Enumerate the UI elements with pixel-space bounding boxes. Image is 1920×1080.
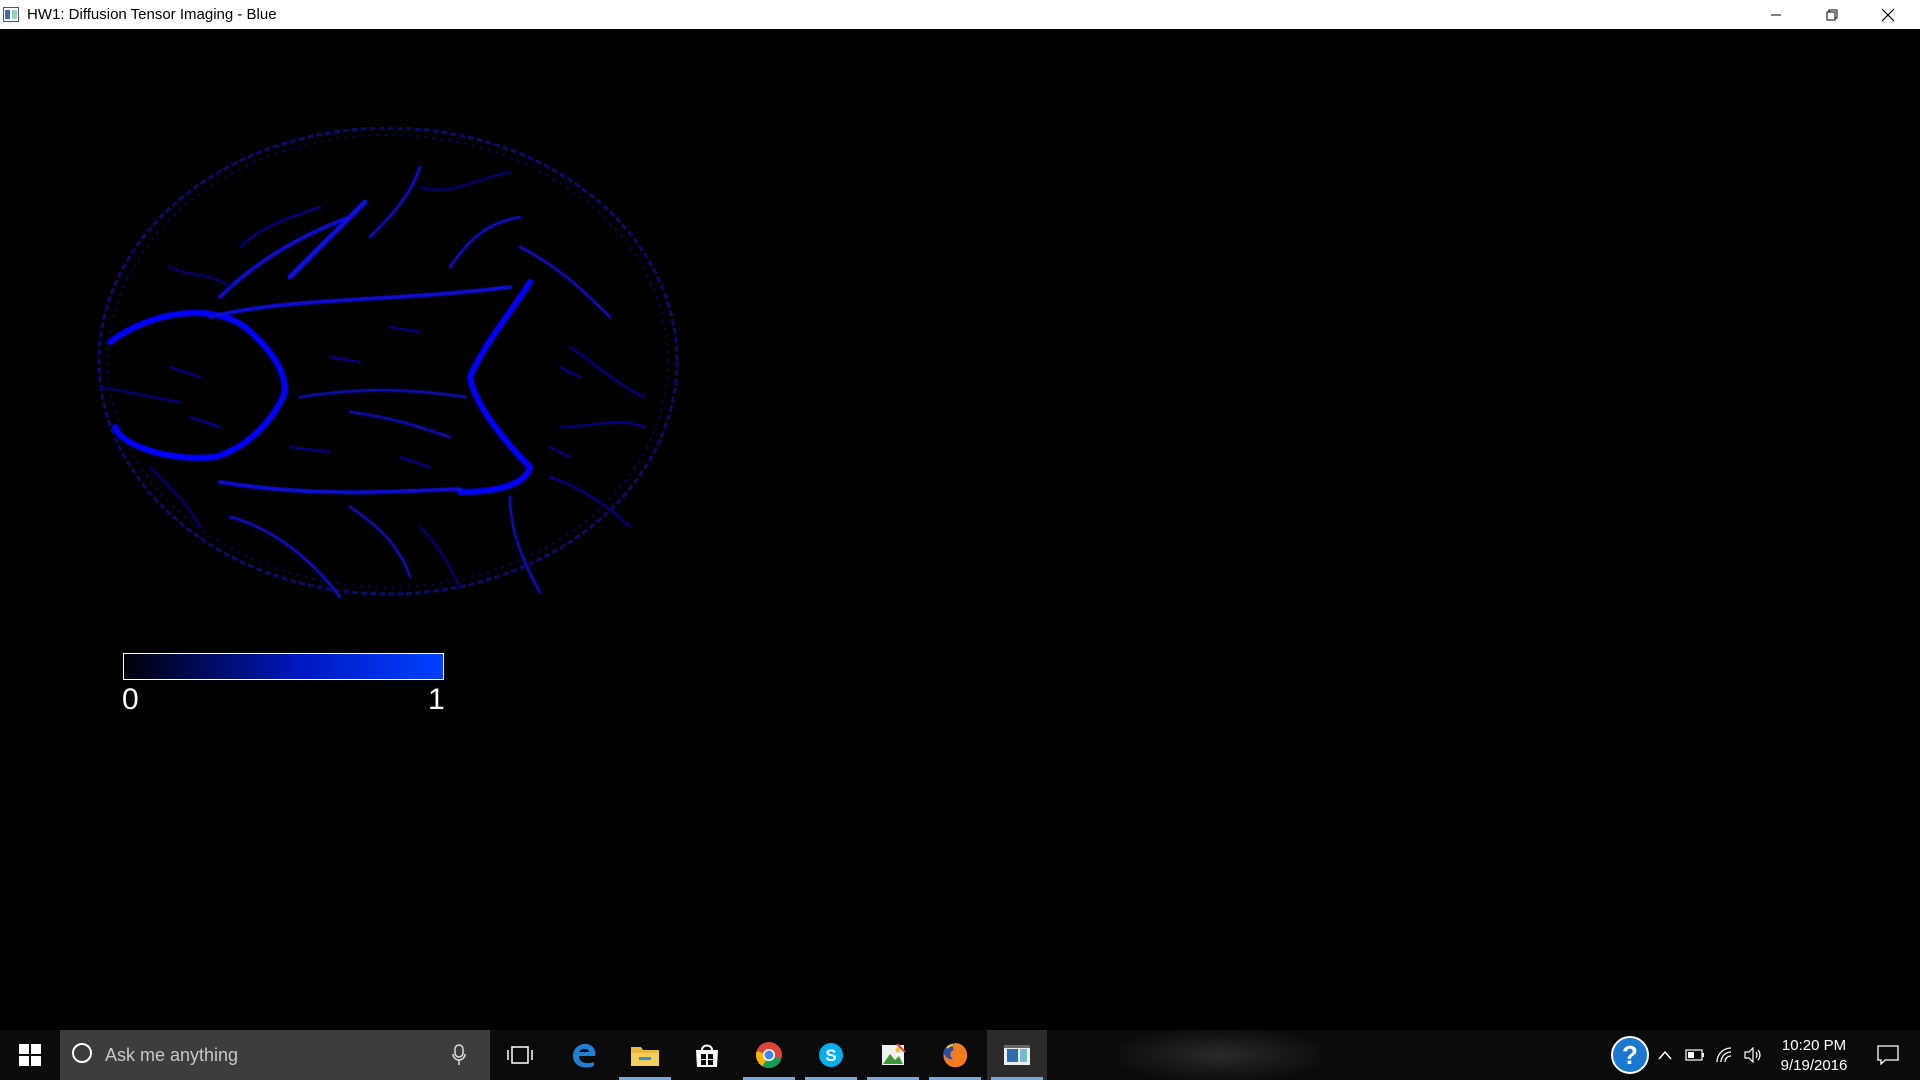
edge-icon — [573, 1043, 596, 1068]
search-input[interactable] — [105, 1030, 435, 1080]
minimize-icon — [1771, 14, 1781, 15]
windows-logo-icon — [19, 1044, 41, 1066]
brain-slice-image — [97, 127, 679, 599]
taskbar-skype[interactable]: S — [801, 1030, 861, 1080]
taskbar-hw1-app[interactable] — [987, 1030, 1047, 1080]
cortana-icon — [72, 1043, 92, 1063]
task-view-icon — [507, 1046, 533, 1064]
taskbar-background-shadow — [1120, 1030, 1320, 1080]
colorbar — [123, 653, 444, 680]
taskbar-image-app[interactable] — [863, 1030, 923, 1080]
chevron-up-icon — [1658, 1050, 1672, 1060]
taskbar-file-explorer[interactable] — [615, 1030, 675, 1080]
store-icon — [696, 1044, 718, 1067]
tray-help[interactable]: ? — [1608, 1030, 1652, 1080]
svg-text:?: ? — [1622, 1040, 1638, 1070]
clock-date: 9/19/2016 — [1780, 1057, 1848, 1074]
colorbar-min-label: 0 — [122, 683, 139, 716]
task-view-button[interactable] — [490, 1030, 550, 1080]
restore-button[interactable] — [1804, 0, 1860, 29]
svg-text:S: S — [825, 1046, 836, 1065]
clock-time: 10:20 PM — [1781, 1037, 1847, 1054]
render-canvas[interactable]: 0 1 — [0, 29, 1920, 1030]
wifi-icon — [1716, 1047, 1732, 1063]
app-window-icon — [1004, 1045, 1030, 1065]
close-icon — [1881, 8, 1895, 21]
window-title: HW1: Diffusion Tensor Imaging - Blue — [27, 6, 277, 23]
minimize-button[interactable] — [1748, 0, 1804, 29]
image-icon — [882, 1043, 906, 1065]
battery-icon — [1685, 1049, 1704, 1061]
taskbar-firefox[interactable] — [925, 1030, 985, 1080]
title-bar[interactable]: HW1: Diffusion Tensor Imaging - Blue — [0, 0, 1920, 29]
tray-volume[interactable] — [1740, 1030, 1766, 1080]
start-button[interactable] — [0, 1030, 60, 1080]
action-center-button[interactable] — [1866, 1030, 1910, 1080]
taskbar-chrome[interactable] — [739, 1030, 799, 1080]
tray-wifi[interactable] — [1712, 1030, 1738, 1080]
folder-icon — [631, 1047, 659, 1066]
search-box[interactable] — [60, 1030, 490, 1080]
clock[interactable]: 10:20 PM 9/19/2016 — [1768, 1036, 1860, 1076]
taskbar-edge[interactable] — [554, 1030, 614, 1080]
close-button[interactable] — [1860, 0, 1916, 29]
app-window-icon — [3, 7, 19, 22]
help-icon: ? — [1611, 1036, 1649, 1074]
chrome-icon — [756, 1042, 782, 1069]
tray-show-hidden[interactable] — [1654, 1030, 1676, 1080]
restore-icon — [1826, 9, 1838, 20]
taskbar: S ? — [0, 1030, 1920, 1080]
microphone-icon[interactable] — [452, 1044, 466, 1066]
volume-icon — [1744, 1047, 1761, 1063]
firefox-icon — [943, 1043, 968, 1068]
taskbar-store[interactable] — [677, 1030, 737, 1080]
colorbar-max-label: 1 — [428, 683, 445, 716]
notification-icon — [1877, 1045, 1899, 1065]
tray-battery[interactable] — [1682, 1030, 1708, 1080]
skype-icon: S — [819, 1043, 843, 1067]
